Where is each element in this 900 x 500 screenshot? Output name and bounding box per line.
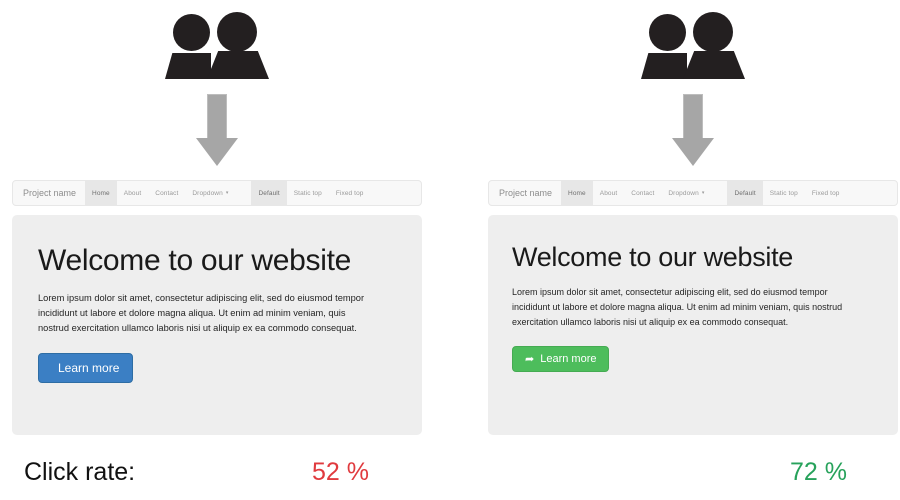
website-mockup-a: Project name Home About Contact Dropdown… — [12, 180, 422, 435]
click-rate-results: Click rate: 52 % 72 % — [0, 458, 900, 500]
click-rate-value-variant-b: 72 % — [790, 458, 847, 486]
nav-link-default-label: Default — [258, 189, 280, 197]
variant-a-column: Project name Home About Contact Dropdown… — [12, 0, 422, 500]
nav-link-contact-label: Contact — [155, 189, 179, 197]
users-icon-body-back — [641, 53, 687, 79]
nav-link-contact-label: Contact — [631, 189, 655, 197]
users-icon — [165, 8, 269, 79]
nav-link-about[interactable]: About — [593, 181, 625, 205]
down-arrow-head — [196, 138, 238, 166]
hero-panel: Welcome to our website Lorem ipsum dolor… — [12, 215, 422, 435]
users-icon-head-back — [173, 14, 210, 51]
users-icon-body-front — [683, 51, 745, 79]
navbar-brand[interactable]: Project name — [13, 181, 85, 205]
users-icon-head-front — [217, 12, 257, 52]
website-mockup-b: Project name Home About Contact Dropdown… — [488, 180, 898, 435]
nav-link-home[interactable]: Home — [85, 181, 117, 205]
users-icon-body-front — [207, 51, 269, 79]
ab-test-comparison: Project name Home About Contact Dropdown… — [0, 0, 900, 500]
hero-paragraph: Lorem ipsum dolor sit amet, consectetur … — [512, 287, 843, 327]
variant-b-column: Project name Home About Contact Dropdown… — [488, 0, 898, 500]
hero-title: Welcome to our website — [512, 242, 794, 272]
down-arrow-shaft — [683, 94, 703, 139]
nav-link-dropdown[interactable]: Dropdown ▾ — [661, 181, 711, 205]
learn-more-button-label: Learn more — [540, 353, 597, 366]
forward-arrow-icon: ➦ — [525, 353, 535, 366]
navbar-links: Home About Contact Dropdown ▾ Default St… — [561, 181, 897, 205]
nav-link-fixed-top-label: Fixed top — [335, 189, 364, 197]
learn-more-button[interactable]: ➦ Learn more — [512, 346, 610, 373]
nav-link-home-label: Home — [568, 189, 586, 197]
nav-link-default[interactable]: Default — [251, 181, 287, 205]
users-icon-head-back — [649, 14, 686, 51]
navbar-brand[interactable]: Project name — [489, 181, 561, 205]
down-arrow-icon — [196, 94, 238, 166]
nav-link-about[interactable]: About — [117, 181, 149, 205]
nav-link-dropdown[interactable]: Dropdown ▾ — [185, 181, 235, 205]
nav-link-dropdown-label: Dropdown — [192, 189, 223, 197]
navbar-spacer — [711, 181, 727, 205]
navbar: Project name Home About Contact Dropdown… — [12, 180, 422, 206]
nav-link-fixed-top[interactable]: Fixed top — [329, 181, 371, 205]
users-icon-body-back — [165, 53, 211, 79]
learn-more-button-label: Learn more — [58, 360, 120, 375]
chevron-down-icon: ▾ — [225, 190, 229, 196]
click-rate-label: Click rate: — [24, 458, 136, 486]
hero-title: Welcome to our website — [38, 244, 351, 277]
nav-link-static-top[interactable]: Static top — [763, 181, 805, 205]
hero-panel: Welcome to our website Lorem ipsum dolor… — [488, 215, 898, 435]
navbar-spacer — [235, 181, 251, 205]
nav-link-default[interactable]: Default — [727, 181, 763, 205]
nav-link-about-label: About — [123, 189, 142, 197]
nav-link-dropdown-label: Dropdown — [668, 189, 699, 197]
nav-link-fixed-top-label: Fixed top — [811, 189, 840, 197]
nav-link-contact[interactable]: Contact — [624, 181, 661, 205]
down-arrow-shaft — [207, 94, 227, 139]
hero-paragraph: Lorem ipsum dolor sit amet, consectetur … — [38, 292, 365, 333]
click-rate-value-variant-a: 52 % — [312, 458, 369, 486]
nav-link-default-label: Default — [734, 189, 756, 197]
nav-link-home[interactable]: Home — [561, 181, 593, 205]
down-arrow-head — [672, 138, 714, 166]
down-arrow-icon — [672, 94, 714, 166]
nav-link-static-top-label: Static top — [769, 189, 798, 197]
nav-link-contact[interactable]: Contact — [148, 181, 185, 205]
nav-link-about-label: About — [599, 189, 618, 197]
nav-link-fixed-top[interactable]: Fixed top — [805, 181, 847, 205]
navbar-links: Home About Contact Dropdown ▾ Default St… — [85, 181, 421, 205]
chevron-down-icon: ▾ — [701, 190, 705, 196]
users-icon — [641, 8, 745, 79]
nav-link-home-label: Home — [92, 189, 110, 197]
navbar: Project name Home About Contact Dropdown… — [488, 180, 898, 206]
nav-link-static-top-label: Static top — [293, 189, 322, 197]
nav-link-static-top[interactable]: Static top — [287, 181, 329, 205]
learn-more-button[interactable]: Learn more — [38, 352, 134, 383]
users-icon-head-front — [693, 12, 733, 52]
